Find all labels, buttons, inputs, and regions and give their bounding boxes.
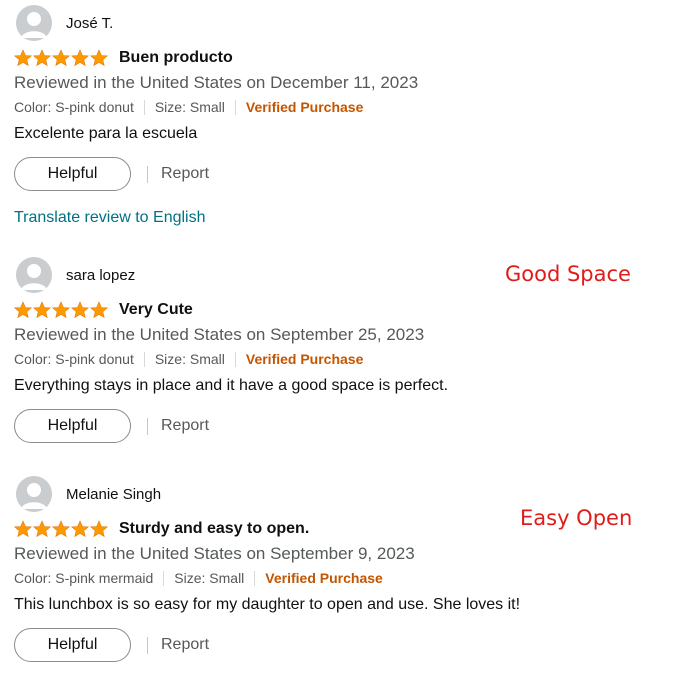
star-rating[interactable]	[14, 301, 109, 319]
review-actions: Helpful Report	[14, 157, 654, 191]
variant-color[interactable]: Color: S-pink mermaid	[14, 570, 153, 586]
report-link[interactable]: Report	[161, 417, 209, 435]
variant-color[interactable]: Color: S-pink donut	[14, 99, 134, 115]
report-link[interactable]: Report	[161, 636, 209, 654]
divider	[147, 417, 148, 435]
five-stars-icon	[14, 520, 109, 538]
avatar	[16, 476, 52, 512]
user-silhouette-icon	[16, 257, 52, 293]
review-actions: Helpful Report	[14, 409, 654, 443]
review-title[interactable]: Very Cute	[119, 301, 193, 319]
annotation-good-space: Good Space	[505, 262, 631, 286]
variant-color[interactable]: Color: S-pink donut	[14, 351, 134, 367]
review-body: This lunchbox is so easy for my daughter…	[14, 596, 521, 613]
verified-purchase-badge: Verified Purchase	[265, 570, 383, 586]
star-rating[interactable]	[14, 520, 109, 538]
review-body: Everything stays in place and it have a …	[14, 377, 449, 394]
verified-purchase-badge: Verified Purchase	[245, 351, 364, 367]
divider	[234, 99, 236, 115]
reviewer-name[interactable]: Melanie Singh	[66, 486, 161, 503]
annotation-easy-open: Easy Open	[520, 506, 633, 530]
verified-purchase-badge: Verified Purchase	[245, 99, 364, 115]
divider	[254, 570, 256, 586]
divider	[234, 351, 236, 367]
product-variant: Color: S-pink donut Size: Small Verified…	[14, 349, 654, 369]
divider	[147, 165, 148, 183]
translate-review-link[interactable]: Translate review to English	[14, 209, 654, 227]
review-date: Reviewed in the United States on Decembe…	[14, 73, 419, 92]
divider	[143, 351, 145, 367]
star-rating[interactable]	[14, 49, 109, 67]
five-stars-icon	[14, 49, 109, 67]
review-date: Reviewed in the United States on Septemb…	[14, 325, 425, 344]
review-date: Reviewed in the United States on Septemb…	[14, 544, 415, 563]
review-title[interactable]: Sturdy and easy to open.	[119, 520, 309, 538]
avatar	[16, 257, 52, 293]
review-body: Excelente para la escuela	[14, 125, 198, 142]
review-card: José T. Buen producto Reviewed in the Un…	[14, 5, 654, 227]
report-link[interactable]: Report	[161, 165, 209, 183]
divider	[143, 99, 145, 115]
review-title[interactable]: Buen producto	[119, 49, 233, 67]
reviewer-name[interactable]: José T.	[66, 15, 113, 32]
user-silhouette-icon	[16, 5, 52, 41]
five-stars-icon	[14, 301, 109, 319]
divider	[163, 570, 165, 586]
review-actions: Helpful Report	[14, 628, 654, 662]
avatar	[16, 5, 52, 41]
product-variant: Color: S-pink mermaid Size: Small Verifi…	[14, 568, 654, 588]
reviewer-profile[interactable]: José T.	[14, 5, 654, 41]
variant-size[interactable]: Size: Small	[174, 570, 244, 586]
helpful-button[interactable]: Helpful	[14, 409, 131, 443]
user-silhouette-icon	[16, 476, 52, 512]
helpful-button[interactable]: Helpful	[14, 628, 131, 662]
product-variant: Color: S-pink donut Size: Small Verified…	[14, 97, 654, 117]
review-card: Melanie Singh Sturdy and easy to open. R…	[14, 476, 654, 662]
reviewer-name[interactable]: sara lopez	[66, 267, 135, 284]
helpful-button[interactable]: Helpful	[14, 157, 131, 191]
variant-size[interactable]: Size: Small	[155, 351, 225, 367]
divider	[147, 636, 148, 654]
variant-size[interactable]: Size: Small	[155, 99, 225, 115]
